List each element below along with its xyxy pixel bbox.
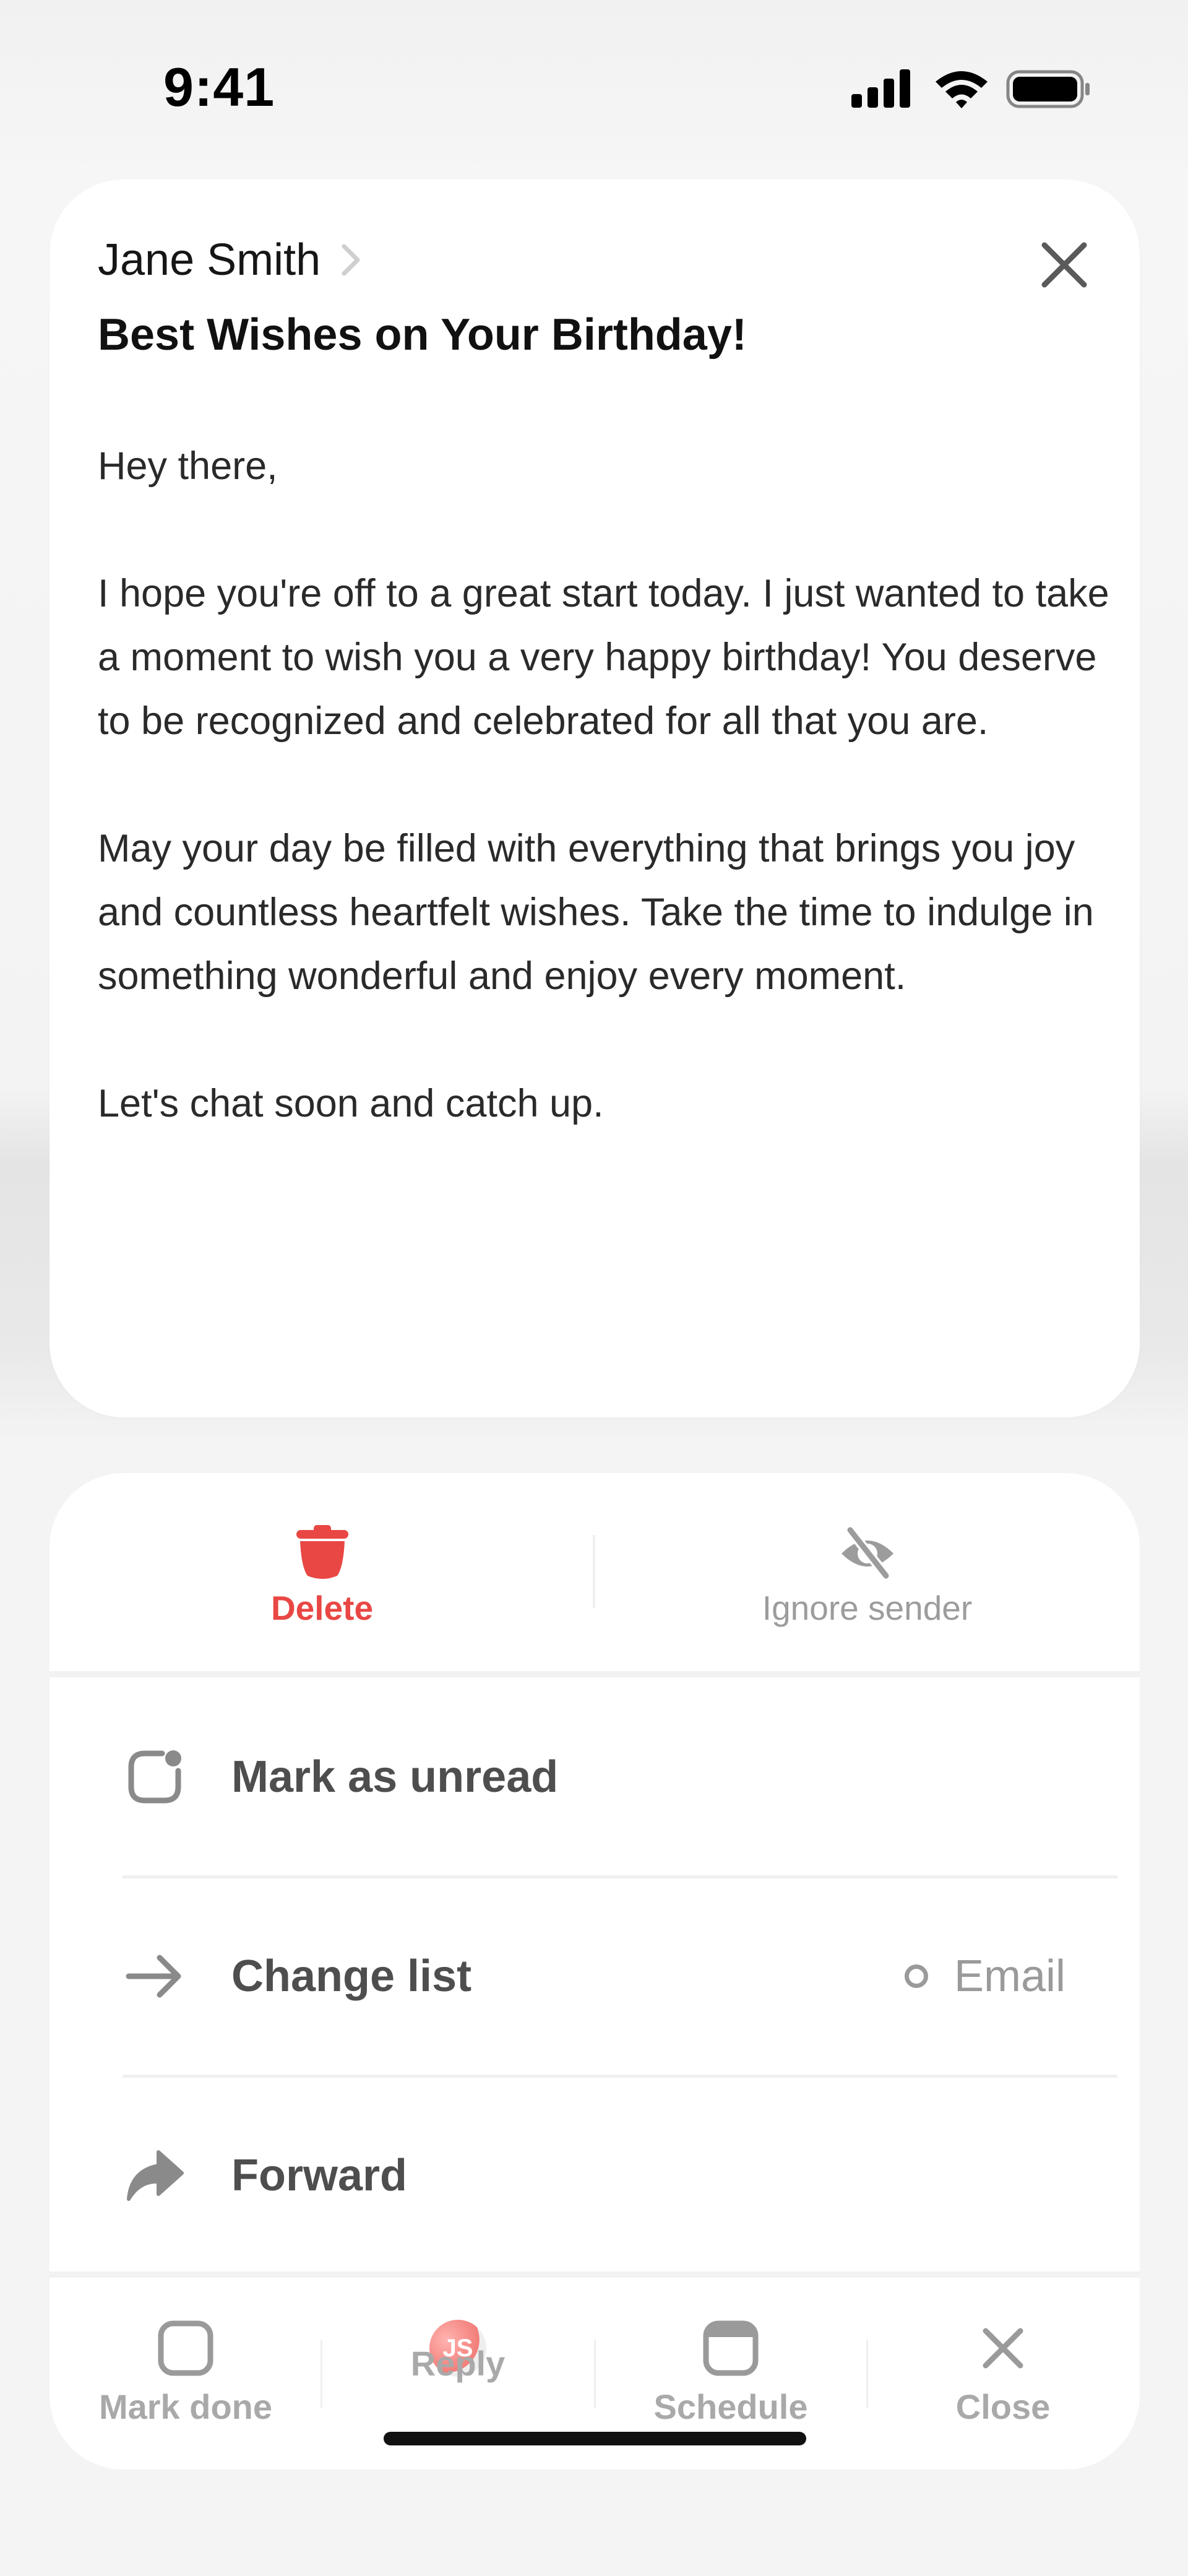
body-paragraph: I hope you're off to a great start today… [98, 572, 1109, 743]
ignore-sender-label: Ignore sender [762, 1589, 973, 1627]
checkbox-icon [158, 2320, 213, 2376]
cellular-signal-icon [851, 69, 1090, 108]
delete-button[interactable]: Delete [50, 1473, 595, 1671]
action-sheet: Delete Ignore sender Mark as unread Chan… [50, 1473, 1140, 2470]
forward-item[interactable]: Forward [50, 2076, 1140, 2275]
chevron-right-icon [342, 244, 360, 276]
change-list-item[interactable]: Change list Email [50, 1877, 1140, 2076]
status-time: 9:41 [163, 56, 275, 118]
list-dot-icon [904, 1964, 928, 1988]
current-list: Email [904, 1951, 1065, 2002]
forward-icon [127, 2150, 184, 2201]
eye-slash-icon [837, 1523, 898, 1584]
sender-row[interactable]: Jane Smith [98, 229, 363, 291]
message-card: Jane Smith Best Wishes on Your Birthday!… [50, 179, 1140, 1417]
close-label: Close [955, 2387, 1051, 2426]
body-paragraph: Hey there, [98, 444, 278, 488]
mark-as-unread-item[interactable]: Mark as unread [50, 1677, 1140, 1877]
sender-name[interactable]: Jane Smith [98, 235, 321, 285]
close-icon[interactable] [1033, 234, 1095, 296]
forward-label: Forward [231, 2151, 408, 2200]
message-subject: Best Wishes on Your Birthday! [98, 310, 747, 360]
mark-as-unread-label: Mark as unread [231, 1752, 559, 1802]
trash-icon [291, 1523, 353, 1584]
message-body: Hey there, I hope you're off to a great … [98, 434, 1113, 1136]
body-paragraph: May your day be filled with everything t… [98, 827, 1094, 998]
mark-done-label: Mark done [98, 2387, 273, 2426]
mark-done-button[interactable]: Mark done [50, 2278, 322, 2470]
ignore-sender-button[interactable]: Ignore sender [595, 1473, 1140, 1671]
calendar-icon [703, 2320, 759, 2376]
status-bar: 9:41 [0, 0, 1188, 167]
close-button[interactable]: Close [867, 2278, 1139, 2470]
wifi-icon [936, 71, 988, 108]
battery-icon [1006, 70, 1090, 108]
change-list-label: Change list [231, 1951, 472, 2001]
separator [50, 2271, 1140, 2278]
arrow-right-icon [126, 1955, 181, 1998]
status-icons [849, 67, 1090, 110]
reply-label: Reply [410, 2344, 506, 2383]
current-list-value: Email [953, 1951, 1065, 2001]
close-icon [983, 2328, 1023, 2369]
body-paragraph: Let's chat soon and catch up. [98, 1082, 604, 1125]
home-indicator [384, 2432, 806, 2445]
schedule-label: Schedule [653, 2387, 808, 2426]
delete-label: Delete [270, 1589, 374, 1627]
separator [50, 1671, 1140, 1677]
top-actions: Delete Ignore sender [50, 1473, 1140, 1671]
mark-unread-icon [128, 1750, 181, 1804]
